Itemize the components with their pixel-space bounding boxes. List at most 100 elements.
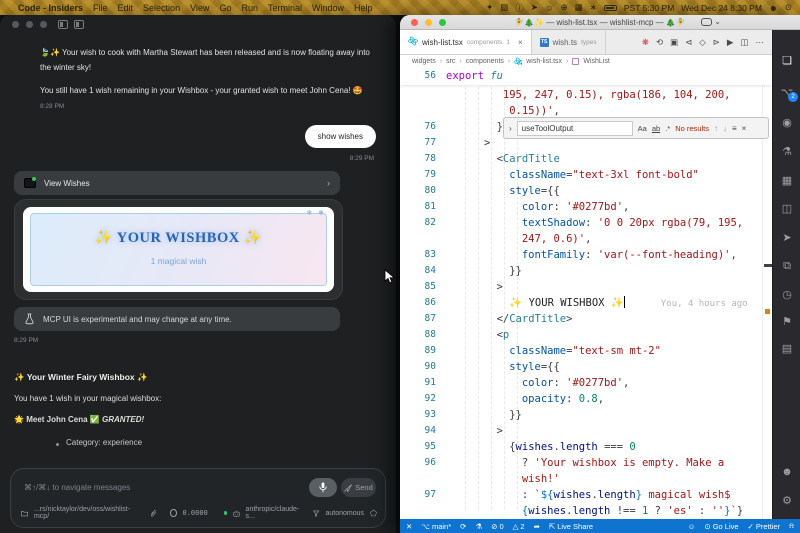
prettier[interactable]: ✓Prettier <box>748 521 780 531</box>
live-share[interactable]: ⇱Live Share <box>549 522 593 531</box>
window-zoom-button[interactable] <box>40 21 47 28</box>
code-line: }} <box>446 263 522 279</box>
whole-word-toggle[interactable]: ab <box>652 124 660 133</box>
menu-item-run[interactable]: Run <box>241 3 258 13</box>
open-changes-icon[interactable]: ▣ <box>670 37 678 48</box>
paperclip-icon[interactable] <box>150 508 156 518</box>
menu-item-code-insiders[interactable]: Code - Insiders <box>18 3 83 13</box>
composer-placeholder[interactable]: ⌘↑/⌘↓ to navigate messages <box>24 483 130 492</box>
extensions-cube-icon[interactable]: ◫ <box>773 202 800 215</box>
menu-item-file[interactable]: File <box>93 3 108 13</box>
menu-items: Code - Insiders File Edit Selection View Go Ru… <box>18 3 383 13</box>
launch-button[interactable]: ➦ <box>534 522 540 531</box>
menu-status-icon[interactable]: ⊕ <box>561 2 568 13</box>
code-line: <p <box>446 327 509 343</box>
breadcrumb-item[interactable]: wish-list.tsx <box>526 58 562 65</box>
warnings-count[interactable]: △2 <box>513 522 525 531</box>
workspace-path[interactable]: ...rs/nicktaylor/dev/oss/wishlist-mcp/ <box>34 506 130 520</box>
toggle-panel-icon[interactable] <box>74 20 84 29</box>
message-composer[interactable]: ⌘↑/⌘↓ to navigate messages Send ...rs/ni… <box>10 468 386 528</box>
account-icon[interactable]: ☻ <box>773 466 800 478</box>
nav-back-icon[interactable]: ⊲ <box>685 37 692 48</box>
breadcrumb[interactable]: widgets›src›components›wish-list.tsx›Wis… <box>400 55 772 68</box>
regex-toggle[interactable]: .* <box>665 124 670 133</box>
menu-status-icon[interactable]: ∗ <box>590 2 597 13</box>
find-prev-icon[interactable]: ↑ <box>714 124 718 133</box>
breadcrumb-item[interactable]: widgets <box>412 58 436 65</box>
nav-diamond-icon[interactable]: ◇ <box>699 37 706 48</box>
breadcrumb-item[interactable]: WishList <box>583 58 609 65</box>
menu-status-icon[interactable]: ☻ <box>769 3 778 13</box>
run-file-icon[interactable]: ▶ <box>727 37 734 48</box>
system-clock[interactable]: Wed Dec 24 8:30 PM <box>681 3 762 13</box>
mode-selector[interactable]: autonomous <box>326 510 365 517</box>
menu-status-icon[interactable]: ⓘ <box>515 2 524 14</box>
layers-icon[interactable]: ⧉ <box>773 260 800 273</box>
remote-indicator[interactable]: ✕ <box>406 522 412 531</box>
nav-forward-icon[interactable]: ⊳ <box>713 37 720 48</box>
match-case-toggle[interactable]: Aa <box>638 124 647 133</box>
code-row: 95 {wishes.length === 0 <box>400 439 772 455</box>
find-close-icon[interactable]: × <box>742 124 747 133</box>
code-row: 86 ✨ YOUR WISHBOX ✨You, 4 hours ago <box>400 295 772 311</box>
robot-icon[interactable]: ▤ <box>773 342 800 355</box>
code-editor[interactable]: 56export fu 195, 247, 0.15), rgba(186, 1… <box>400 68 772 519</box>
menu-item-edit[interactable]: Edit <box>118 3 134 13</box>
menu-status-icon[interactable]: ☺ <box>545 3 554 13</box>
bookmark-icon[interactable]: ⚑ <box>773 315 800 328</box>
chat-file-icon[interactable]: ❏ <box>773 54 800 67</box>
breadcrumb-item[interactable]: components <box>466 58 504 65</box>
split-editor-icon[interactable]: ◫ <box>740 37 748 48</box>
notifications-bell[interactable]: ⍾ <box>789 521 794 531</box>
window-close-button[interactable] <box>12 21 19 28</box>
find-next-icon[interactable]: ↓ <box>723 124 727 133</box>
mic-button[interactable] <box>309 478 337 497</box>
menu-status-icon[interactable]: ➤ <box>531 2 538 13</box>
menu-item-view[interactable]: View <box>190 3 209 13</box>
find-expand-icon[interactable]: › <box>509 124 512 133</box>
line-number: 95 <box>400 439 446 455</box>
wishbox-card[interactable]: ❄ ❅ ✨ YOUR WISHBOX ✨ 1 magical wish <box>23 207 334 292</box>
timezone-clock[interactable]: PST 5:30 PM <box>624 3 674 13</box>
chat-bubble-icon[interactable] <box>701 18 712 26</box>
go-live[interactable]: ⊙Go Live <box>704 521 738 531</box>
breadcrumb-item[interactable]: src <box>446 58 455 65</box>
menu-status-icon[interactable]: ⊙ <box>785 2 792 13</box>
menu-status-icon[interactable]: ✦ <box>486 2 493 13</box>
tab-wish-ts[interactable]: TSwish.tstypes <box>532 30 606 54</box>
toggle-sidebar-icon[interactable] <box>58 20 68 29</box>
sync-button[interactable]: ⟳ <box>460 522 466 531</box>
menu-item-selection[interactable]: Selection <box>143 3 180 13</box>
settings-gear-icon[interactable]: ⚙ <box>773 494 800 507</box>
menu-status-icon[interactable]: ▨ <box>500 2 508 13</box>
github-icon[interactable]: ◉ <box>773 116 800 129</box>
menu-item-help[interactable]: Help <box>354 3 373 13</box>
menu-status-icon[interactable]: ▦ <box>575 2 583 13</box>
more-actions-icon[interactable]: ⋯ <box>756 37 765 48</box>
find-input[interactable]: useToolOutput <box>517 121 633 136</box>
tab-close-icon[interactable]: × <box>518 38 523 47</box>
line-number <box>400 103 446 119</box>
lab-button[interactable]: ⚗ <box>475 522 482 531</box>
menu-item-terminal[interactable]: Terminal <box>268 3 302 13</box>
model-selector[interactable]: anthropic/claude-s... <box>246 506 300 520</box>
hot-flame-icon[interactable]: ❋ <box>642 37 649 48</box>
send-button[interactable]: Send <box>341 478 376 497</box>
menu-item-go[interactable]: Go <box>219 3 231 13</box>
view-wishes-tool-row[interactable]: View Wishes › <box>14 171 340 195</box>
pointer-settings-icon[interactable]: ➤ <box>773 231 800 244</box>
window-minimize-button[interactable] <box>26 21 33 28</box>
tab-wish-list-tsx[interactable]: wish-list.tsxcomponents1× <box>400 30 532 54</box>
remote-screen-icon[interactable]: ▦ <box>773 174 800 187</box>
menu-item-window[interactable]: Window <box>312 3 344 13</box>
timeline-icon[interactable]: ⟲ <box>656 37 663 48</box>
find-in-selection-icon[interactable]: ≡ <box>732 124 737 133</box>
feedback-smiley[interactable]: ☺ <box>688 521 696 531</box>
line-number: 56 <box>400 68 446 84</box>
pipeline-icon[interactable]: ◷ <box>773 288 800 301</box>
pentagon-icon[interactable] <box>370 508 377 518</box>
vscode-titlebar: 🧚🎄✨ — wish-list.tsx — wishlist-mcp — 🎄🧚 <box>400 15 800 30</box>
errors-count[interactable]: ⊘0 <box>491 522 503 531</box>
test-flask-icon[interactable]: ⚗ <box>773 145 800 158</box>
git-branch[interactable]: ⌥main* <box>421 522 451 531</box>
